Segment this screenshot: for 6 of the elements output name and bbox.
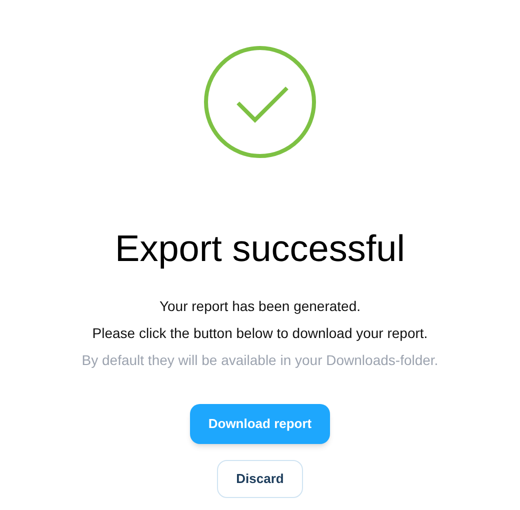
checkmark-circle-icon [203,45,317,159]
message-text: Your report has been generated. [159,297,361,316]
message-text: By default they will be available in your Downloads-folder. [82,351,438,370]
discard-button[interactable]: Discard [217,460,303,498]
message-text: Please click the button below to download your report. [92,324,428,343]
title: Export successful [115,227,405,271]
